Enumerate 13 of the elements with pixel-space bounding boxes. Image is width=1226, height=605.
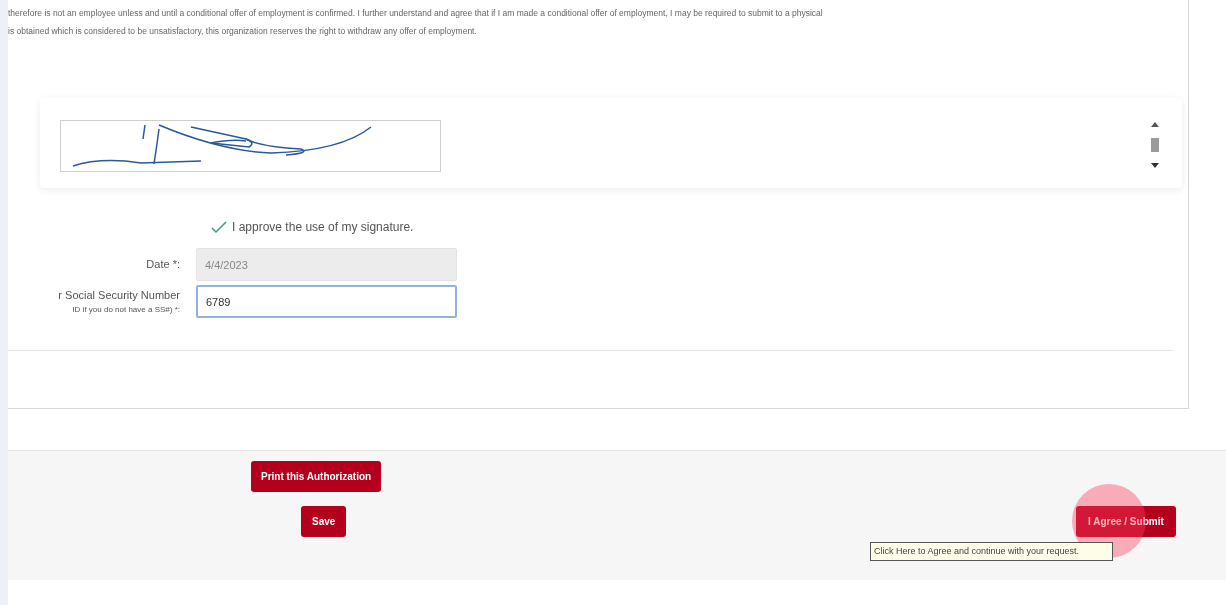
consent-text: is obtained which is considered to be unsatisfactory, this organization reserves the right to withdraw any offer of employment. xyxy=(8,25,478,38)
signature-pad[interactable] xyxy=(60,120,441,172)
field-hint: ID if you do not have a SS#) *: xyxy=(72,303,180,316)
field-label: r Social Security Number xyxy=(58,288,180,304)
tooltip: Click Here to Agree and continue with your request. xyxy=(870,542,1113,561)
field-label: Date *: xyxy=(146,257,180,273)
input-field[interactable]: 6789 xyxy=(196,285,457,318)
check-icon[interactable] xyxy=(210,220,228,234)
approve-label: I approve the use of my signature. xyxy=(232,219,414,236)
scrollbar[interactable] xyxy=(1149,122,1161,168)
print-button[interactable]: Print this Authorization xyxy=(251,461,382,492)
consent-text: therefore is not an employee unless and until a conditional offer of employment is confirmed. I further understand and agree that if I am made a conditional offer of employment, I may be required to submit to a physical xyxy=(8,7,824,20)
save-button[interactable]: Save xyxy=(301,506,347,537)
